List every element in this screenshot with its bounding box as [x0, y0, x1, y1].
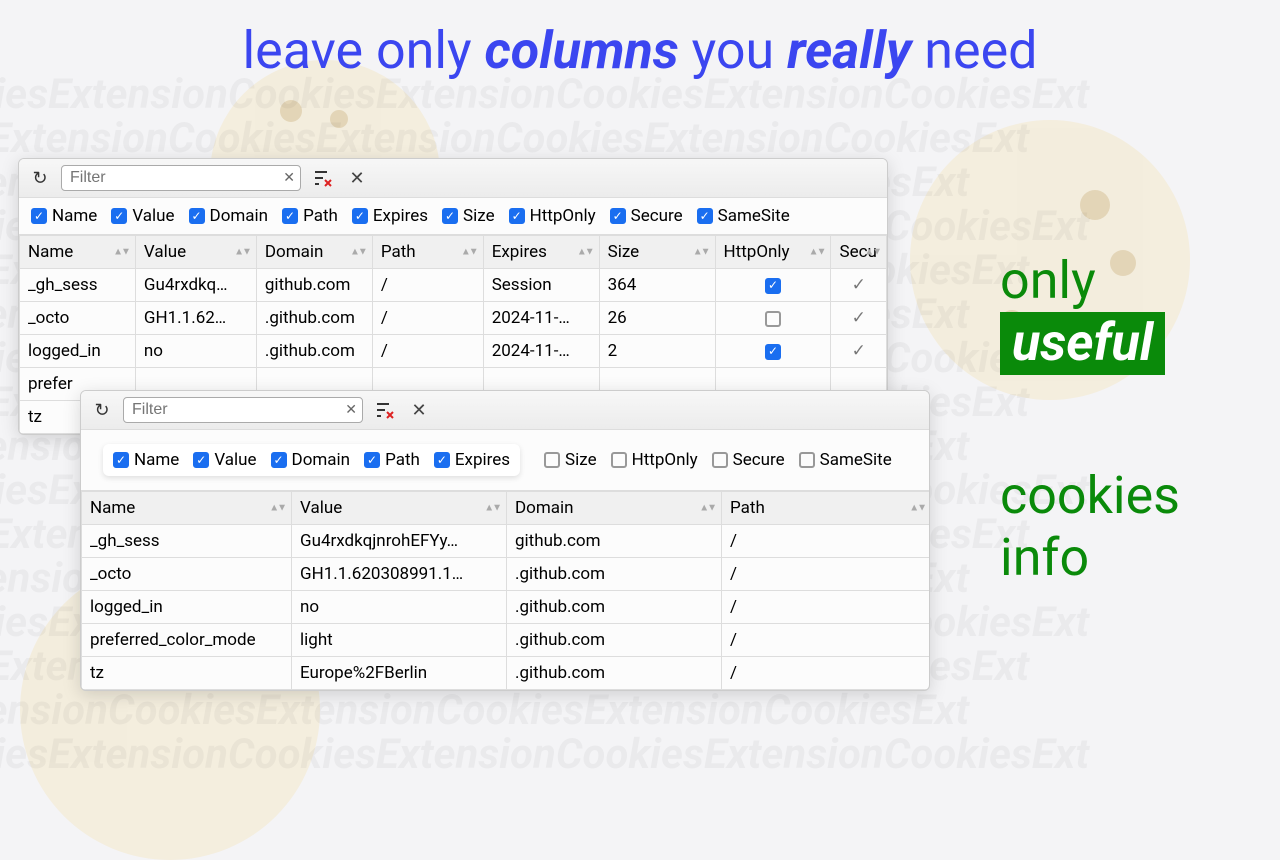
side-line1: only	[1000, 250, 1180, 312]
reload-button[interactable]: ↻	[91, 399, 113, 421]
column-toggle-samesite[interactable]: ✓SameSite	[697, 206, 790, 226]
column-toggles: ✓Name ✓Value ✓Domain ✓Path ✓Expires ✓Size ✓Htt…	[19, 198, 887, 235]
toolbar: ↻ ✕ ✕	[19, 159, 887, 198]
column-toggle-httponly[interactable]: ✓HttpOnly	[509, 206, 596, 226]
column-toggle-path[interactable]: ✓Path	[364, 450, 420, 470]
column-toggles-disabled: Size HttpOnly Secure SameSite	[544, 450, 892, 470]
column-header-value[interactable]: Value▲▼	[292, 492, 507, 525]
column-toggle-name[interactable]: ✓Name	[31, 206, 97, 226]
table-row[interactable]: tzEurope%2FBerlin.github.com/	[82, 657, 931, 690]
column-header-expires[interactable]: Expires▲▼	[483, 236, 599, 269]
column-toggle-size[interactable]: Size	[544, 450, 597, 470]
table-row[interactable]: logged_inno.github.com/2024-11-…2✓	[20, 335, 887, 368]
column-header-path[interactable]: Path▲▼	[722, 492, 931, 525]
column-header-secu[interactable]: Secu▲▼	[831, 236, 887, 269]
filter-input-wrap: ✕	[61, 165, 301, 191]
column-header-httponly[interactable]: HttpOnly▲▼	[715, 236, 831, 269]
side-line2: cookies	[1000, 465, 1180, 527]
column-header-path[interactable]: Path▲▼	[372, 236, 483, 269]
table-row[interactable]: logged_inno.github.com/	[82, 591, 931, 624]
headline-text: leave only	[243, 20, 485, 81]
cookies-table: Name▲▼Value▲▼Domain▲▼Path▲▼_gh_sessGu4rx…	[81, 491, 930, 690]
clear-filter-icon[interactable]: ✕	[345, 402, 357, 418]
side-caption: only useful cookies info	[1000, 250, 1180, 590]
table-row[interactable]: _octoGH1.1.62….github.com/2024-11-…26✓	[20, 302, 887, 335]
column-toggle-value[interactable]: ✓Value	[193, 450, 256, 470]
column-header-value[interactable]: Value▲▼	[135, 236, 256, 269]
column-header-name[interactable]: Name▲▼	[20, 236, 136, 269]
delete-filtered-icon[interactable]	[311, 166, 335, 190]
column-toggle-samesite[interactable]: SameSite	[799, 450, 892, 470]
table-row[interactable]: _gh_sessGu4rxdkq…github.com/Session364✓	[20, 269, 887, 302]
cookies-panel-selected-columns: ↻ ✕ ✕ ✓Name ✓Value ✓Domain ✓Path ✓Expires Si…	[80, 390, 930, 691]
delete-filtered-icon[interactable]	[373, 398, 397, 422]
side-line3: info	[1000, 527, 1180, 589]
column-toggle-httponly[interactable]: HttpOnly	[611, 450, 698, 470]
column-toggle-secure[interactable]: Secure	[712, 450, 785, 470]
table-row[interactable]: preferred_color_modelight.github.com/	[82, 624, 931, 657]
toolbar: ↻ ✕ ✕	[81, 391, 929, 430]
side-highlight: useful	[1000, 312, 1165, 374]
headline-em1: columns	[484, 20, 678, 81]
column-toggle-expires[interactable]: ✓Expires	[434, 450, 510, 470]
filter-input[interactable]	[61, 165, 301, 191]
column-toggles-enabled: ✓Name ✓Value ✓Domain ✓Path ✓Expires	[103, 444, 520, 476]
filter-input[interactable]	[123, 397, 363, 423]
column-toggle-path[interactable]: ✓Path	[282, 206, 338, 226]
column-toggle-size[interactable]: ✓Size	[442, 206, 495, 226]
reload-button[interactable]: ↻	[29, 167, 51, 189]
headline-text3: need	[911, 20, 1037, 81]
close-icon[interactable]: ✕	[345, 166, 369, 190]
column-toggle-domain[interactable]: ✓Domain	[189, 206, 269, 226]
column-toggle-name[interactable]: ✓Name	[113, 450, 179, 470]
column-header-domain[interactable]: Domain▲▼	[256, 236, 372, 269]
column-header-domain[interactable]: Domain▲▼	[507, 492, 722, 525]
column-header-name[interactable]: Name▲▼	[82, 492, 292, 525]
filter-input-wrap: ✕	[123, 397, 363, 423]
headline-text2: you	[679, 20, 787, 81]
close-icon[interactable]: ✕	[407, 398, 431, 422]
column-toggle-expires[interactable]: ✓Expires	[352, 206, 428, 226]
column-toggle-secure[interactable]: ✓Secure	[610, 206, 683, 226]
table-row[interactable]: _gh_sessGu4rxdkqjnrohEFYy…github.com/	[82, 525, 931, 558]
column-header-size[interactable]: Size▲▼	[599, 236, 715, 269]
clear-filter-icon[interactable]: ✕	[283, 170, 295, 186]
table-row[interactable]: _octoGH1.1.620308991.1….github.com/	[82, 558, 931, 591]
column-toggle-value[interactable]: ✓Value	[111, 206, 174, 226]
headline-em2: really	[787, 20, 911, 81]
headline: leave only columns you really need	[243, 20, 1038, 81]
column-toggle-domain[interactable]: ✓Domain	[271, 450, 351, 470]
